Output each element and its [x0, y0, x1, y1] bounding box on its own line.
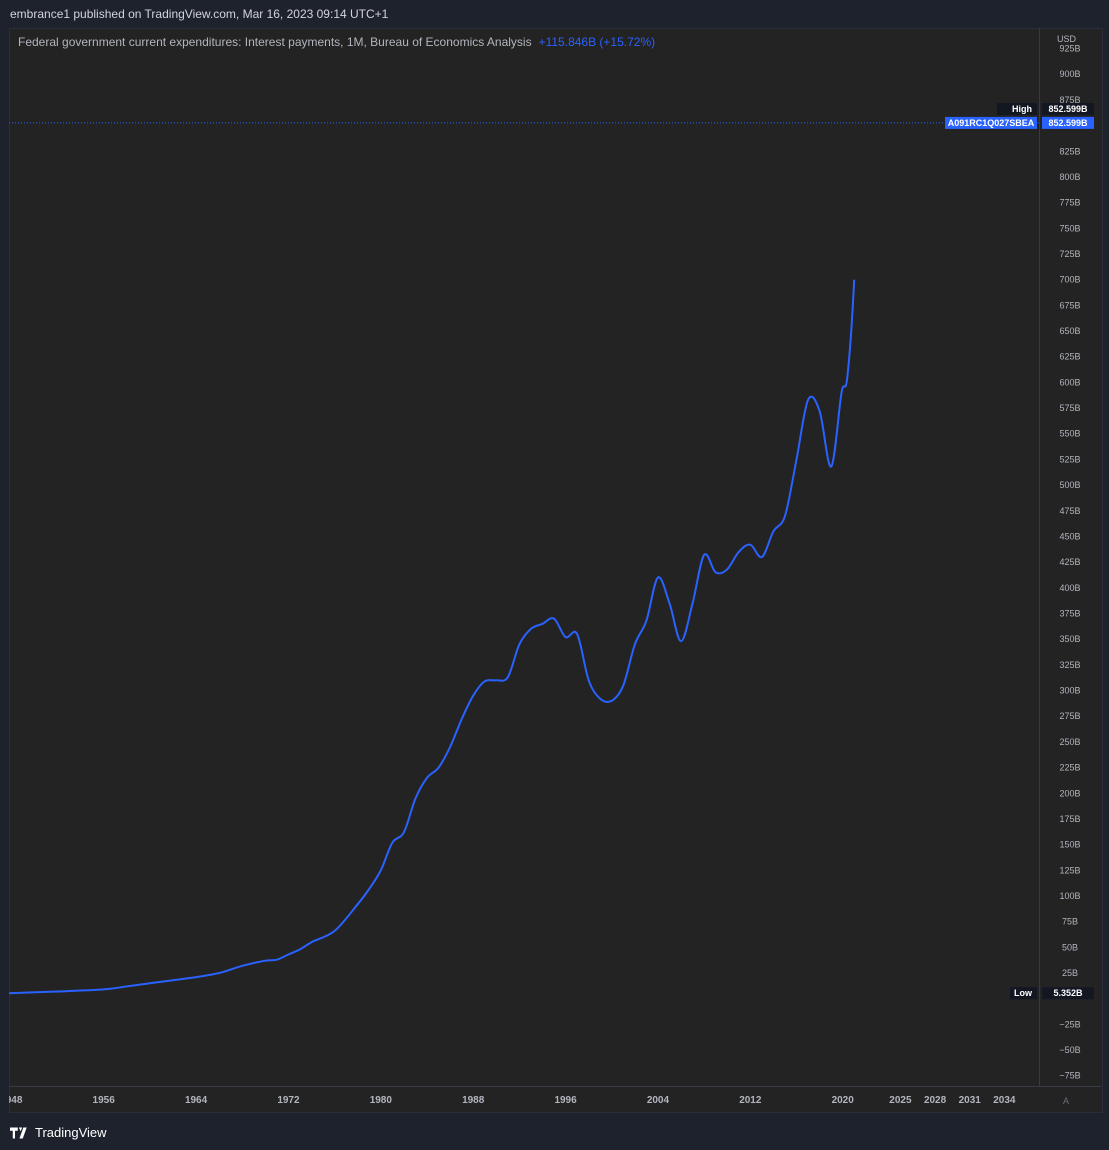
x-tick-label: 2028	[924, 1095, 947, 1106]
y-tick-label: 500B	[1059, 480, 1080, 490]
y-tick-label: 725B	[1059, 249, 1080, 259]
auto-scale-button[interactable]: A	[1063, 1096, 1069, 1106]
y-tick-label: 50B	[1062, 942, 1078, 952]
tradingview-logo-icon	[10, 1126, 27, 1139]
x-tick-label: 1980	[370, 1095, 393, 1106]
publish-header: embrance1 published on TradingView.com, …	[10, 7, 389, 21]
brand-name: TradingView	[35, 1125, 107, 1140]
y-tick-label: 900B	[1059, 69, 1080, 79]
y-tick-label: 750B	[1059, 223, 1080, 233]
axis-layer: USD925B900B875B825B800B775B750B725B700B6…	[9, 28, 1101, 1106]
x-tick-label: 1972	[277, 1095, 300, 1106]
y-tick-label: 400B	[1059, 583, 1080, 593]
y-tick-label: 175B	[1059, 814, 1080, 824]
y-tick-label: 150B	[1059, 840, 1080, 850]
high-label: High	[1012, 104, 1032, 114]
line-chart[interactable]: USD925B900B875B825B800B775B750B725B700B6…	[9, 28, 1101, 1113]
y-tick-label: 625B	[1059, 352, 1080, 362]
chart-title: Federal government current expenditures:…	[18, 35, 532, 49]
x-tick-label: 2031	[959, 1095, 982, 1106]
legend-change: +115.846B (+15.72%)	[539, 35, 656, 49]
y-tick-label: 475B	[1059, 506, 1080, 516]
y-tick-label: 700B	[1059, 275, 1080, 285]
x-tick-label: 1988	[462, 1095, 485, 1106]
x-tick-label: 1948	[9, 1095, 23, 1106]
series-layer	[9, 122, 1039, 995]
x-tick-label: 2004	[647, 1095, 670, 1106]
series-name-label: A091RC1Q027SBEA	[948, 118, 1035, 128]
y-tick-label: 450B	[1059, 531, 1080, 541]
x-tick-label: 2034	[993, 1095, 1016, 1106]
y-tick-label: 100B	[1059, 891, 1080, 901]
high-value-label: 852.599B	[1048, 104, 1088, 114]
y-tick-label: −50B	[1059, 1045, 1080, 1055]
y-tick-label: 925B	[1059, 44, 1080, 54]
y-tick-label: 800B	[1059, 172, 1080, 182]
last-value-label: 852.599B	[1048, 118, 1088, 128]
currency-label: USD	[1057, 34, 1077, 44]
y-tick-label: 300B	[1059, 686, 1080, 696]
y-tick-label: 125B	[1059, 865, 1080, 875]
y-tick-label: 600B	[1059, 377, 1080, 387]
y-tick-label: 675B	[1059, 300, 1080, 310]
y-tick-label: 350B	[1059, 634, 1080, 644]
y-tick-label: 825B	[1059, 146, 1080, 156]
y-tick-label: 250B	[1059, 737, 1080, 747]
low-value-label: 5.352B	[1053, 988, 1083, 998]
y-tick-label: −75B	[1059, 1071, 1080, 1081]
x-tick-label: 2020	[832, 1095, 855, 1106]
x-tick-label: 2012	[739, 1095, 762, 1106]
y-tick-label: 575B	[1059, 403, 1080, 413]
x-tick-label: 1996	[554, 1095, 577, 1106]
y-tick-label: 225B	[1059, 763, 1080, 773]
y-tick-label: 375B	[1059, 608, 1080, 618]
low-label: Low	[1014, 988, 1033, 998]
tradingview-footer[interactable]: TradingView	[10, 1125, 107, 1140]
y-tick-label: 550B	[1059, 429, 1080, 439]
y-tick-label: −25B	[1059, 1019, 1080, 1029]
y-tick-label: 275B	[1059, 711, 1080, 721]
y-tick-label: 525B	[1059, 454, 1080, 464]
series-line	[9, 279, 856, 995]
x-tick-label: 2025	[889, 1095, 912, 1106]
y-tick-label: 775B	[1059, 198, 1080, 208]
y-tick-label: 325B	[1059, 660, 1080, 670]
x-tick-label: 1956	[93, 1095, 116, 1106]
y-tick-label: 75B	[1062, 917, 1078, 927]
y-tick-label: 200B	[1059, 788, 1080, 798]
y-tick-label: 650B	[1059, 326, 1080, 336]
y-tick-label: 25B	[1062, 968, 1078, 978]
x-tick-label: 1964	[185, 1095, 208, 1106]
y-tick-label: 425B	[1059, 557, 1080, 567]
